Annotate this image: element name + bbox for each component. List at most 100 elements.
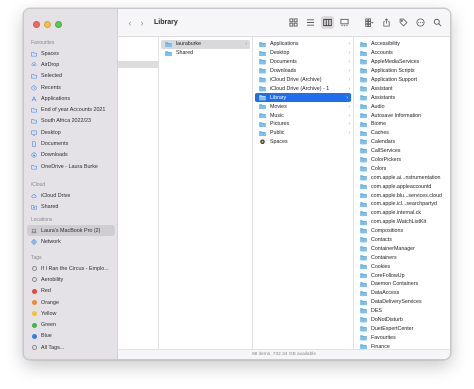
forward-button[interactable]: › bbox=[136, 16, 148, 30]
sidebar-heading[interactable]: Tags bbox=[24, 254, 118, 263]
list-item[interactable]: Autosave Information bbox=[354, 111, 445, 120]
list-item[interactable]: Finance bbox=[354, 342, 445, 349]
gallery-view-button[interactable] bbox=[338, 16, 351, 29]
list-item[interactable]: Accounts bbox=[354, 49, 445, 58]
sidebar-item[interactable]: Applications bbox=[24, 93, 118, 104]
list-item[interactable]: CallServices bbox=[354, 147, 445, 156]
list-item[interactable]: DES bbox=[354, 307, 445, 316]
back-button[interactable]: ‹ bbox=[124, 16, 136, 30]
list-item[interactable]: Assistant bbox=[354, 84, 445, 93]
columns-icon bbox=[323, 18, 332, 27]
action-button[interactable] bbox=[414, 16, 427, 29]
list-item[interactable]: Compositions bbox=[354, 227, 445, 236]
list-item[interactable]: ColorPickers bbox=[354, 156, 445, 165]
group-by-button[interactable] bbox=[363, 16, 376, 29]
list-item-label: CoreFollowUp bbox=[371, 272, 405, 279]
list-view-button[interactable] bbox=[304, 16, 317, 29]
list-item[interactable]: CoreFollowUp bbox=[354, 271, 445, 280]
list-item[interactable]: Assistants bbox=[354, 93, 445, 102]
column-3[interactable]: Applications › Desktop › Documents › Downloads… bbox=[253, 37, 354, 349]
sidebar-heading[interactable]: iCloud bbox=[24, 181, 118, 190]
list-item[interactable]: DataDeliveryServices bbox=[354, 298, 445, 307]
list-item[interactable]: iCloud Drive (Archive) › bbox=[253, 76, 353, 85]
column-1[interactable] bbox=[118, 37, 159, 349]
column-view-button[interactable] bbox=[321, 16, 334, 29]
selected-path-row[interactable] bbox=[118, 61, 158, 68]
list-item[interactable]: Applications › bbox=[253, 40, 353, 49]
list-item[interactable]: com.apple.blu...services.cloud bbox=[354, 191, 445, 200]
list-item[interactable]: Cookies bbox=[354, 262, 445, 271]
list-item[interactable]: Desktop › bbox=[253, 49, 353, 58]
share-button[interactable] bbox=[380, 16, 393, 29]
list-item[interactable]: Application Scripts bbox=[354, 67, 445, 76]
sidebar-item[interactable]: If I Ran the Circus - Emplo... bbox=[24, 263, 118, 274]
list-item[interactable]: Application Support bbox=[354, 76, 445, 85]
icon-view-button[interactable] bbox=[287, 16, 300, 29]
list-item[interactable]: Shared bbox=[159, 49, 252, 58]
close-button[interactable] bbox=[33, 21, 40, 28]
tag-button[interactable] bbox=[397, 16, 410, 29]
list-item[interactable]: Favourites bbox=[354, 333, 445, 342]
sidebar-item[interactable]: South Africa 2022/23 bbox=[24, 116, 118, 127]
sidebar-item[interactable]: Green bbox=[24, 319, 118, 330]
list-item[interactable]: com.apple.icl...searchpartyd bbox=[354, 200, 445, 209]
list-item[interactable]: Pictures › bbox=[253, 120, 353, 129]
list-item[interactable]: Public › bbox=[253, 129, 353, 138]
sidebar-item[interactable]: Recents bbox=[24, 82, 118, 93]
sidebar-item[interactable]: Aerobility bbox=[24, 274, 118, 285]
list-item[interactable]: com.apple.appleaccountd bbox=[354, 182, 445, 191]
list-item[interactable]: Spaces bbox=[253, 138, 353, 147]
list-item[interactable]: Movies › bbox=[253, 102, 353, 111]
list-item[interactable]: lauraburke › bbox=[161, 40, 250, 49]
list-item[interactable]: AppleMediaServices bbox=[354, 58, 445, 67]
sidebar-item[interactable]: iCloud Drive bbox=[24, 190, 118, 201]
list-item[interactable]: Documents › bbox=[253, 58, 353, 67]
zoom-button[interactable] bbox=[55, 21, 62, 28]
chevron-right-icon: › bbox=[348, 112, 350, 119]
list-item[interactable]: Downloads › bbox=[253, 67, 353, 76]
sidebar-item[interactable]: Laura's MacBook Pro (2) bbox=[27, 225, 115, 237]
list-item[interactable]: Colors bbox=[354, 164, 445, 173]
list-item[interactable]: Containers bbox=[354, 253, 445, 262]
list-item[interactable]: com.apple.internal.ck bbox=[354, 209, 445, 218]
list-item[interactable]: Accessibility bbox=[354, 40, 445, 49]
sidebar-item[interactable]: Selected bbox=[24, 71, 118, 82]
ellipsis-circle-icon bbox=[416, 18, 425, 27]
minimize-button[interactable] bbox=[44, 21, 51, 28]
list-item[interactable]: Daemon Containers bbox=[354, 280, 445, 289]
sidebar-item[interactable]: Red bbox=[24, 286, 118, 297]
sidebar-item[interactable]: Network bbox=[24, 236, 118, 247]
list-item[interactable]: DuetExpertCenter bbox=[354, 325, 445, 334]
sidebar-item[interactable]: AirDrop bbox=[24, 59, 118, 70]
search-button[interactable] bbox=[431, 16, 444, 29]
sidebar-item[interactable]: OneDrive - Laura Burke bbox=[24, 161, 118, 172]
sidebar-heading[interactable]: Locations bbox=[24, 216, 118, 225]
sidebar-item[interactable]: Documents bbox=[24, 138, 118, 149]
sidebar-item[interactable]: Shared bbox=[24, 201, 118, 212]
list-item[interactable]: Biome bbox=[354, 120, 445, 129]
sidebar-item[interactable]: End of year Accounts 2021 bbox=[24, 104, 118, 115]
column-4[interactable]: Accessibility Accounts AppleMediaServices A… bbox=[354, 37, 445, 349]
list-item[interactable]: Contacts bbox=[354, 236, 445, 245]
list-item[interactable]: Audio bbox=[354, 102, 445, 111]
list-item[interactable]: com.apple.ai...nstrumentation bbox=[354, 173, 445, 182]
sidebar-item[interactable]: Orange bbox=[24, 297, 118, 308]
list-item[interactable]: Library › bbox=[255, 93, 351, 103]
list-item[interactable]: Music › bbox=[253, 111, 353, 120]
list-item[interactable]: com.apple.WatchListKit bbox=[354, 218, 445, 227]
column-2[interactable]: lauraburke › Shared bbox=[159, 37, 253, 349]
list-item[interactable]: iCloud Drive (Archive) - 1 › bbox=[253, 84, 353, 93]
list-item[interactable]: DataAccess bbox=[354, 289, 445, 298]
sidebar-item[interactable]: All Tags... bbox=[24, 342, 118, 353]
list-item[interactable]: DoNotDisturb bbox=[354, 316, 445, 325]
list-item[interactable]: Calendars bbox=[354, 138, 445, 147]
sidebar-item[interactable]: Downloads bbox=[24, 150, 118, 161]
sidebar-item[interactable]: Spaces bbox=[24, 48, 118, 59]
list-item[interactable]: ContainerManager bbox=[354, 244, 445, 253]
sidebar-item[interactable]: Blue bbox=[24, 331, 118, 342]
airdrop-icon bbox=[31, 62, 37, 68]
sidebar-item[interactable]: Desktop bbox=[24, 127, 118, 138]
sidebar-heading[interactable]: Favourites bbox=[24, 39, 118, 48]
sidebar-item[interactable]: Yellow bbox=[24, 308, 118, 319]
list-item[interactable]: Caches bbox=[354, 129, 445, 138]
